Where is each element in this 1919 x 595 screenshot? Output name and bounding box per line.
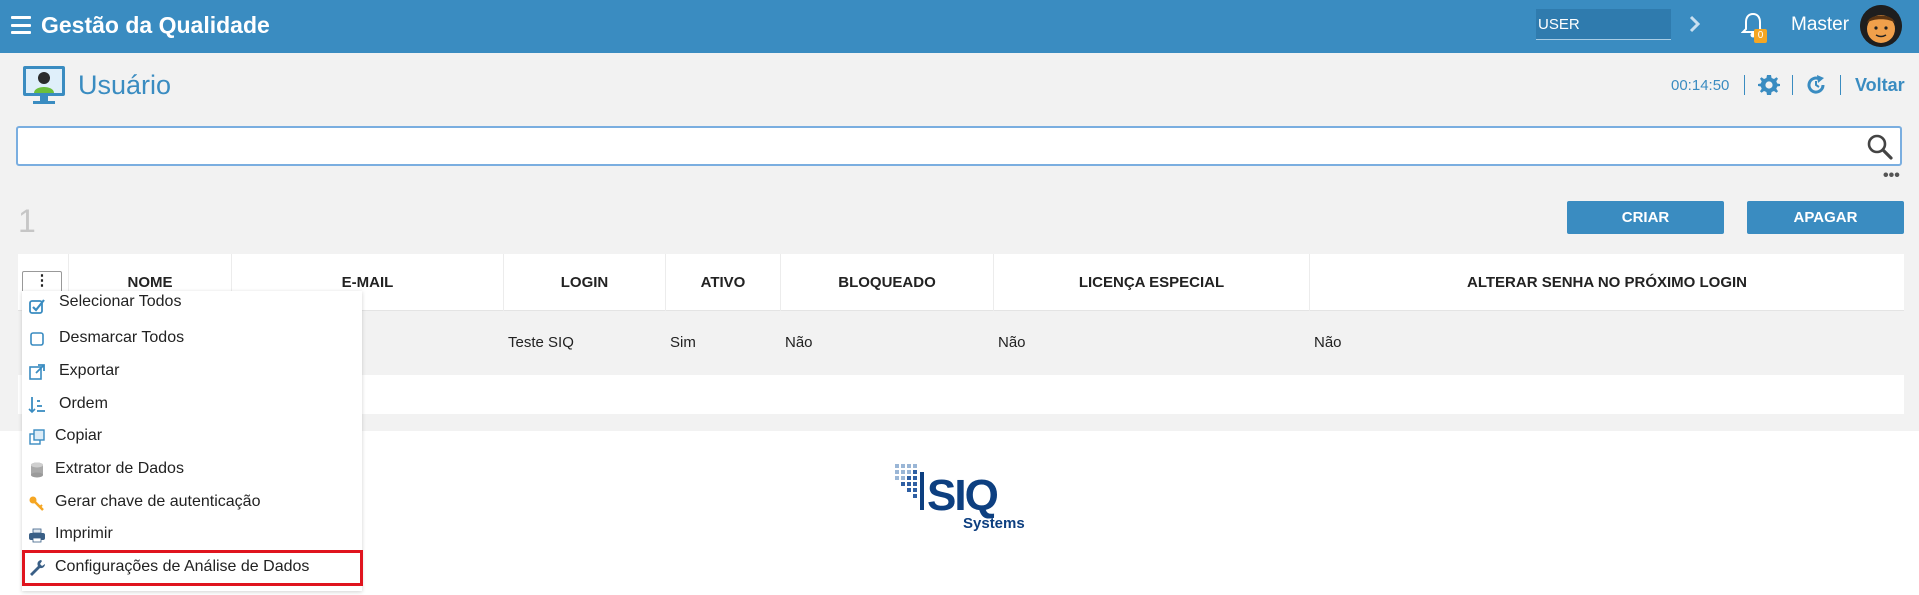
- app-title: Gestão da Qualidade: [41, 12, 270, 38]
- search-input[interactable]: [18, 128, 1848, 164]
- cell-login: Teste SIQ: [508, 334, 574, 351]
- notifications-bell-icon[interactable]: 0: [1740, 11, 1769, 43]
- checkbox-empty-icon: [30, 332, 44, 346]
- menu-item-label: Gerar chave de autenticação: [55, 493, 261, 510]
- column-header-bloqueado[interactable]: BLOQUEADO: [780, 254, 993, 311]
- external-link-icon: [29, 364, 45, 380]
- cell-alterar-senha: Não: [1314, 334, 1342, 351]
- menu-item-label: Copiar: [55, 427, 103, 444]
- divider: [1840, 75, 1841, 95]
- menu-item-desmarcar-todos[interactable]: Desmarcar Todos: [22, 323, 362, 355]
- cell-bloqueado: Não: [785, 334, 813, 351]
- search-box: [16, 126, 1902, 166]
- avatar[interactable]: [1860, 5, 1902, 47]
- menu-item-label: Selecionar Todos: [59, 293, 182, 310]
- wrench-icon: [30, 560, 46, 576]
- notifications-badge: 0: [1754, 29, 1767, 43]
- copy-icon: [29, 429, 45, 445]
- siq-systems-logo: SIQ Systems: [895, 464, 1025, 532]
- page-title: Usuário: [78, 70, 172, 100]
- search-icon[interactable]: [1866, 133, 1894, 161]
- record-count: 1: [18, 203, 36, 239]
- column-header-ativo[interactable]: ATIVO: [665, 254, 780, 311]
- column-header-login[interactable]: LOGIN: [503, 254, 665, 311]
- menu-item-label: Imprimir: [55, 525, 113, 542]
- delete-button[interactable]: APAGAR: [1747, 201, 1904, 234]
- divider: [1792, 75, 1793, 95]
- menu-item-extrator-de-dados[interactable]: Extrator de Dados: [22, 454, 362, 486]
- menu-item-label: Ordem: [59, 395, 108, 412]
- cell-ativo: Sim: [670, 334, 696, 351]
- menu-item-label: Exportar: [59, 362, 120, 379]
- back-link[interactable]: Voltar: [1855, 75, 1905, 96]
- menu-item-gerar-chave[interactable]: Gerar chave de autenticação: [22, 487, 362, 519]
- user-name[interactable]: Master: [1791, 14, 1849, 36]
- menu-item-copiar[interactable]: Copiar: [22, 421, 362, 453]
- menu-item-label: Extrator de Dados: [55, 460, 184, 477]
- key-icon: [29, 496, 44, 511]
- more-options-icon[interactable]: •••: [1883, 168, 1900, 184]
- menu-item-label: Configurações de Análise de Dados: [55, 558, 310, 575]
- menu-item-ordem[interactable]: Ordem: [22, 389, 362, 421]
- refresh-icon[interactable]: [1804, 73, 1828, 97]
- printer-icon: [29, 528, 45, 543]
- top-bar: Gestão da Qualidade USER 0 Master: [0, 0, 1919, 53]
- user-monitor-icon: [23, 66, 65, 104]
- cell-licenca: Não: [998, 334, 1026, 351]
- column-menu-button[interactable]: ⋮: [22, 271, 62, 293]
- chevron-right-icon[interactable]: [1686, 13, 1704, 35]
- menu-item-exportar[interactable]: Exportar: [22, 356, 362, 388]
- menu-item-selecionar-todos[interactable]: Selecionar Todos: [22, 291, 362, 323]
- menu-item-configuracoes-analise[interactable]: Configurações de Análise de Dados: [22, 550, 363, 586]
- sort-icon: [28, 397, 45, 414]
- logo-subtext: Systems: [963, 515, 1025, 532]
- menu-item-imprimir[interactable]: Imprimir: [22, 519, 362, 551]
- session-timer: 00:14:50: [1671, 77, 1730, 94]
- menu-item-label: Desmarcar Todos: [59, 329, 185, 346]
- checkbox-checked-icon: [29, 299, 45, 314]
- gear-icon[interactable]: [1757, 73, 1781, 97]
- user-field[interactable]: USER: [1536, 9, 1671, 40]
- database-icon: [31, 462, 43, 478]
- divider: [1744, 75, 1745, 95]
- column-header-alterar-senha[interactable]: ALTERAR SENHA NO PRÓXIMO LOGIN: [1309, 254, 1904, 311]
- hamburger-menu-icon[interactable]: [11, 16, 31, 34]
- column-context-menu: Selecionar Todos Desmarcar Todos Exporta…: [22, 291, 363, 591]
- create-button[interactable]: CRIAR: [1567, 201, 1724, 234]
- column-header-licenca-especial[interactable]: LICENÇA ESPECIAL: [993, 254, 1309, 311]
- logo-text: SIQ: [927, 471, 998, 520]
